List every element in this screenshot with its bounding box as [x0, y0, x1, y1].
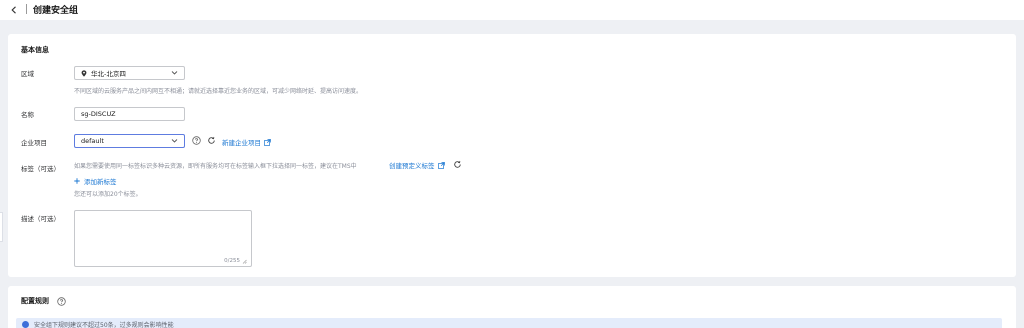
title-divider — [26, 4, 27, 14]
enterprise-project-select[interactable]: default — [74, 134, 185, 148]
plus-icon — [74, 178, 80, 184]
create-enterprise-project-link[interactable]: 新建企业项目 — [222, 137, 271, 147]
external-link-icon — [437, 161, 445, 169]
refresh-icon[interactable] — [453, 160, 462, 169]
chevron-down-icon — [171, 70, 178, 78]
name-label: 名称 — [21, 111, 34, 119]
config-rules-title: 配置规则 — [21, 297, 49, 305]
create-predefined-tag-link[interactable]: 创建预定义标签 — [389, 160, 445, 170]
add-tag-label: 添加新标签 — [84, 178, 117, 186]
side-collapse-handle[interactable] — [0, 212, 3, 242]
tags-remaining: 您还可以添加20个标签。 — [74, 191, 142, 198]
tags-hint: 如果您需要使用同一标签标识多种云资源，即所有服务均可在标签输入框下拉选择同一标签… — [74, 163, 357, 170]
back-arrow-icon[interactable] — [9, 4, 19, 15]
chevron-down-icon — [171, 138, 178, 146]
help-icon[interactable] — [192, 136, 201, 145]
region-select[interactable]: 华北-北京四 — [74, 66, 185, 80]
region-hint: 不同区域的云服务产品之间内网互不相通；请就近选择靠近您业务的区域，可减少网络时延… — [74, 88, 363, 95]
refresh-icon[interactable] — [207, 136, 216, 145]
create-predefined-tag-label: 创建预定义标签 — [389, 162, 435, 170]
enterprise-project-value: default — [81, 137, 104, 145]
help-icon[interactable] — [57, 297, 66, 306]
resize-handle-icon[interactable] — [242, 259, 247, 264]
description-counter: 0/255 — [224, 258, 247, 264]
info-icon — [22, 321, 29, 328]
description-label: 描述（可选） — [21, 215, 60, 223]
rules-info-banner: 安全组下规则建议不超过50条，过多规则会影响性能 — [16, 318, 1002, 328]
add-tag-button[interactable]: 添加新标签 — [74, 176, 117, 186]
enterprise-project-label: 企业项目 — [21, 139, 47, 147]
page-title: 创建安全组 — [33, 6, 79, 16]
description-counter-text: 0/255 — [224, 258, 240, 264]
external-link-icon — [264, 138, 271, 146]
region-label: 区域 — [21, 70, 34, 78]
location-pin-icon — [81, 69, 87, 77]
tags-label: 标签（可选） — [21, 165, 60, 173]
region-select-value: 华北-北京四 — [91, 70, 126, 78]
top-bar: 创建安全组 — [0, 0, 1024, 20]
create-enterprise-project-label: 新建企业项目 — [222, 139, 261, 147]
rules-info-text: 安全组下规则建议不超过50条，过多规则会影响性能 — [34, 322, 174, 328]
name-input[interactable]: sg-DISCUZ — [74, 107, 185, 121]
basic-info-title: 基本信息 — [21, 46, 49, 54]
description-textarea[interactable]: 0/255 — [74, 210, 252, 267]
